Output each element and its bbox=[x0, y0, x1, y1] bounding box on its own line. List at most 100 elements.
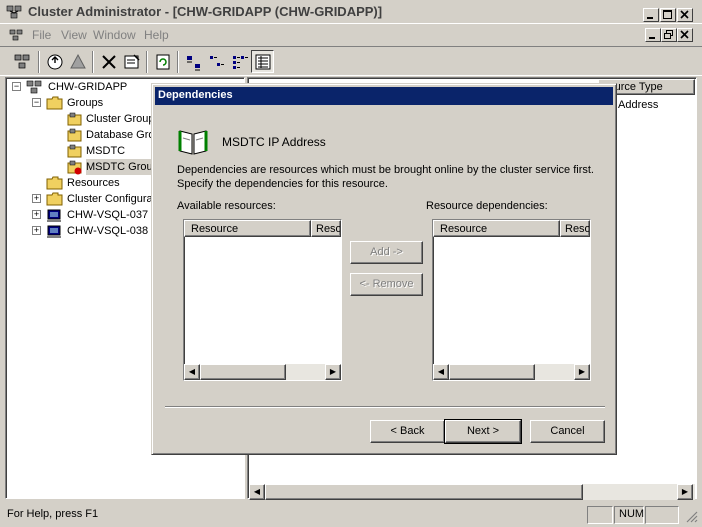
status-cell-empty bbox=[645, 506, 679, 524]
status-num: NUM bbox=[614, 506, 644, 524]
child-close-button[interactable] bbox=[677, 28, 693, 42]
list-cell-type: Address bbox=[618, 99, 659, 111]
list-icon bbox=[232, 55, 248, 69]
maximize-button[interactable] bbox=[660, 8, 676, 22]
details-view-button[interactable] bbox=[251, 50, 274, 73]
folder-icon bbox=[46, 96, 63, 115]
expand-icon[interactable]: + bbox=[32, 210, 41, 219]
window-titlebar: Cluster Administrator - [CHW-GRIDAPP (CH… bbox=[0, 0, 702, 24]
dependencies-dialog: Dependencies MSDTC IP Address Dependenci… bbox=[151, 83, 617, 455]
scroll-right-button[interactable]: ▶ bbox=[325, 364, 341, 380]
scroll-thumb[interactable] bbox=[449, 364, 535, 380]
refresh-icon bbox=[156, 54, 169, 69]
menu-help[interactable]: Help bbox=[144, 28, 169, 42]
tree-group-label: MSDTC bbox=[86, 145, 126, 157]
resource-dependencies-label: Resource dependencies: bbox=[426, 200, 548, 212]
resize-grip-icon[interactable] bbox=[684, 509, 698, 523]
open-connection-button[interactable] bbox=[10, 50, 33, 73]
column-header-resource[interactable]: Resource bbox=[433, 220, 560, 237]
tree-resources-label: Resources bbox=[67, 177, 120, 189]
menu-bar: File View Window Help bbox=[0, 25, 702, 45]
large-icons-button[interactable] bbox=[182, 50, 205, 73]
tree-group-label: Database Gro bbox=[86, 129, 155, 141]
next-button[interactable]: Next > bbox=[444, 419, 522, 444]
toolbar-separator bbox=[92, 51, 94, 73]
tree-group-label: Cluster Group bbox=[86, 113, 155, 125]
available-hscrollbar[interactable]: ◀ ▶ bbox=[184, 364, 341, 380]
cancel-button[interactable]: Cancel bbox=[530, 420, 605, 443]
column-header-resource[interactable]: Resource bbox=[184, 220, 311, 237]
description-line-1: Dependencies are resources which must be… bbox=[177, 164, 594, 176]
add-button[interactable]: Add -> bbox=[350, 241, 423, 264]
column-header-label: Reso bbox=[565, 223, 590, 235]
column-header-resource-2[interactable]: Reso bbox=[311, 220, 341, 237]
tree-config-label: Cluster Configura bbox=[67, 193, 153, 205]
details-icon bbox=[255, 54, 270, 69]
refresh-button[interactable] bbox=[151, 50, 174, 73]
resource-dependencies-list[interactable]: Resource Reso ◀ ▶ bbox=[432, 219, 591, 381]
toolbar bbox=[0, 46, 702, 76]
dependencies-hscrollbar[interactable]: ◀ ▶ bbox=[433, 364, 590, 380]
take-offline-button[interactable] bbox=[66, 50, 89, 73]
child-minimize-button[interactable] bbox=[645, 28, 661, 42]
offline-icon bbox=[69, 53, 86, 68]
tree-root-label: CHW-GRIDAPP bbox=[48, 81, 128, 93]
small-icons-button[interactable] bbox=[205, 50, 228, 73]
menu-window[interactable]: Window bbox=[93, 28, 136, 42]
toolbar-separator bbox=[38, 51, 40, 73]
scroll-thumb[interactable] bbox=[265, 484, 583, 500]
delete-icon bbox=[101, 54, 116, 69]
toolbar-separator bbox=[146, 51, 148, 73]
remove-button[interactable]: <- Remove bbox=[350, 273, 423, 296]
scroll-left-button[interactable]: ◀ bbox=[184, 364, 200, 380]
scroll-right-button[interactable]: ▶ bbox=[574, 364, 590, 380]
status-cell-empty bbox=[587, 506, 613, 524]
column-header-label: Resource bbox=[440, 223, 488, 235]
tree-node-label: CHW-VSQL-038 bbox=[67, 225, 149, 237]
child-restore-button[interactable] bbox=[661, 28, 677, 42]
resource-name: MSDTC IP Address bbox=[222, 135, 326, 149]
delete-button[interactable] bbox=[97, 50, 120, 73]
list-view-button[interactable] bbox=[228, 50, 251, 73]
close-button[interactable] bbox=[677, 8, 693, 22]
minimize-button[interactable] bbox=[643, 8, 659, 22]
properties-button[interactable] bbox=[120, 50, 143, 73]
tree-node-label: CHW-VSQL-037 bbox=[67, 209, 149, 221]
column-header-resource-2[interactable]: Reso bbox=[560, 220, 590, 237]
description-line-2: Specify the dependencies for this resour… bbox=[177, 178, 388, 190]
maximize-icon bbox=[663, 10, 672, 19]
status-bar: For Help, press F1 NUM bbox=[0, 503, 702, 527]
list-hscrollbar[interactable]: ◀ ▶ bbox=[249, 484, 695, 500]
window-title: Cluster Administrator - [CHW-GRIDAPP (CH… bbox=[28, 4, 383, 19]
menu-file[interactable]: File bbox=[32, 28, 51, 42]
close-icon bbox=[680, 30, 689, 39]
small-icons-icon bbox=[209, 55, 224, 66]
toolbar-separator bbox=[177, 51, 179, 73]
scroll-thumb[interactable] bbox=[200, 364, 286, 380]
tree-group-label: MSDTC Group bbox=[86, 159, 159, 175]
menu-view[interactable]: View bbox=[61, 28, 87, 42]
large-icons-icon bbox=[186, 55, 200, 70]
expand-icon[interactable]: + bbox=[32, 226, 41, 235]
bring-online-button[interactable] bbox=[43, 50, 66, 73]
expand-icon[interactable]: + bbox=[32, 194, 41, 203]
restore-icon bbox=[664, 30, 673, 39]
dialog-title: Dependencies bbox=[155, 87, 613, 105]
status-help-text: For Help, press F1 bbox=[7, 508, 99, 520]
tree-groups-label: Groups bbox=[67, 97, 104, 109]
minimize-icon bbox=[647, 17, 653, 19]
close-icon bbox=[680, 10, 689, 19]
available-resources-label: Available resources: bbox=[177, 200, 276, 212]
online-icon bbox=[47, 54, 62, 69]
collapse-icon[interactable]: − bbox=[32, 98, 41, 107]
cluster-icon bbox=[14, 54, 29, 68]
scroll-right-button[interactable]: ▶ bbox=[677, 484, 693, 500]
scroll-left-button[interactable]: ◀ bbox=[433, 364, 449, 380]
minimize-icon bbox=[649, 37, 655, 39]
collapse-icon[interactable]: − bbox=[12, 82, 21, 91]
available-resources-list[interactable]: Resource Reso ◀ ▶ bbox=[183, 219, 342, 381]
app-icon bbox=[6, 4, 22, 20]
back-button[interactable]: < Back bbox=[370, 420, 445, 443]
resource-book-icon bbox=[177, 125, 209, 157]
scroll-left-button[interactable]: ◀ bbox=[249, 484, 265, 500]
